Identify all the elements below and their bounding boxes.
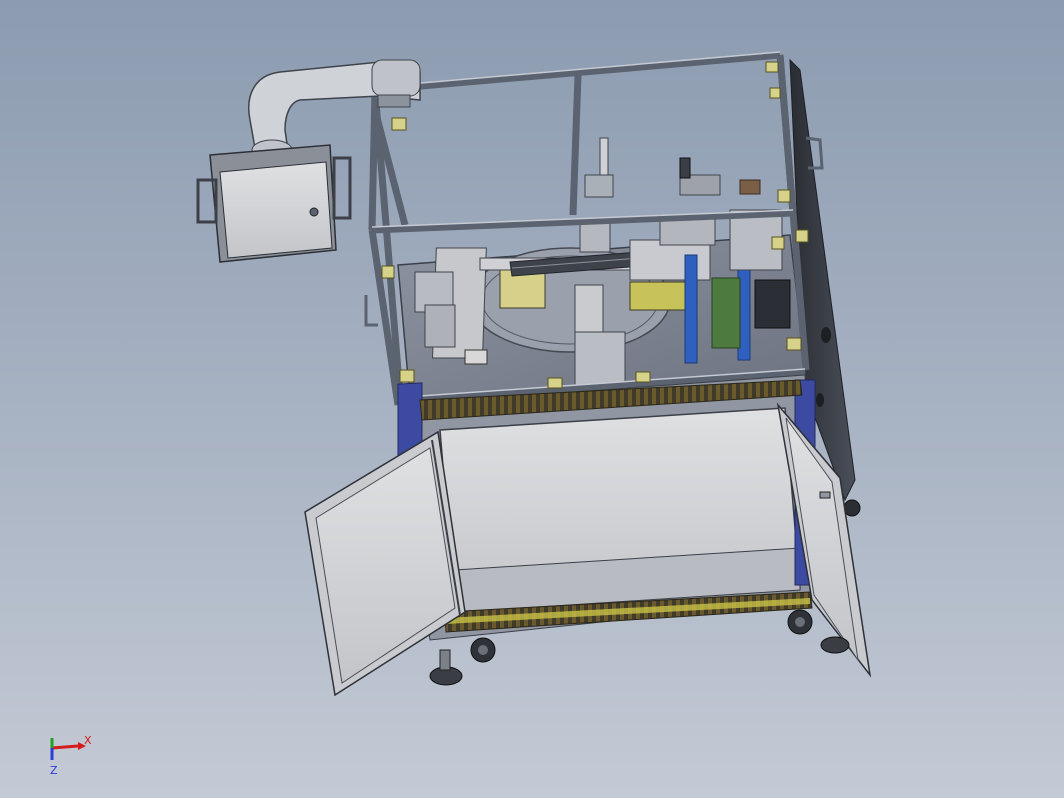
x-axis-arrow <box>51 744 79 750</box>
x-axis-label: X <box>84 734 92 747</box>
panel-lock-icon[interactable] <box>309 207 319 217</box>
cad-viewport[interactable] <box>0 0 1064 798</box>
coordinate-triad: X Z <box>50 734 92 777</box>
z-axis-label: Z <box>50 764 58 777</box>
control-panel-box[interactable] <box>196 144 352 263</box>
